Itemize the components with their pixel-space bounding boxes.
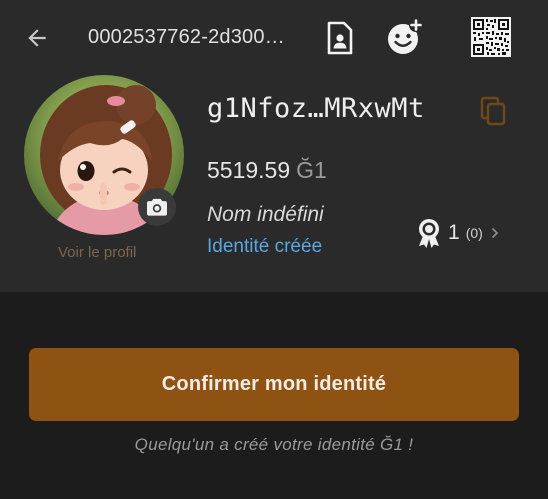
identity-name: Nom indéfini <box>207 203 324 226</box>
view-profile-link[interactable]: Voir le profil <box>58 244 158 261</box>
app-bar: 0002537762-2d300… <box>0 0 548 76</box>
back-button[interactable] <box>20 20 54 56</box>
balance: 5519.59 Ğ1 <box>207 157 327 184</box>
add-reaction-icon <box>388 18 423 54</box>
confirm-identity-button[interactable]: Confirmer mon identité <box>29 348 519 421</box>
change-photo-button[interactable] <box>138 188 176 226</box>
identity-document-button[interactable] <box>322 18 358 58</box>
screen: 0002537762-2d300… Voir le profil g1Nfoz…… <box>0 0 548 499</box>
qr-code-icon <box>471 17 511 57</box>
add-reaction-button[interactable] <box>384 16 426 58</box>
camera-icon <box>147 198 167 216</box>
certification-badge-icon <box>419 219 439 248</box>
copy-icon <box>480 96 506 126</box>
certifications-button[interactable]: 1 (0) <box>416 216 516 250</box>
arrow-back-icon <box>28 29 46 47</box>
qr-code-button[interactable] <box>470 16 512 58</box>
pending-certification-count: (0) <box>465 225 483 241</box>
certification-count: 1 <box>448 221 460 244</box>
copy-address-button[interactable] <box>478 94 508 128</box>
public-key: g1Nfoz…MRxwMt <box>207 93 425 124</box>
currency-unit: Ğ1 <box>296 157 327 183</box>
balance-amount: 5519.59 <box>207 157 291 183</box>
wallet-address-title: 0002537762-2d300… <box>88 26 285 48</box>
identity-created-info: Quelqu'un a créé votre identité Ğ1 ! <box>134 435 414 454</box>
chevron-right-icon <box>491 227 499 239</box>
document-person-icon <box>327 21 353 55</box>
identity-status: Identité créée <box>207 236 323 257</box>
